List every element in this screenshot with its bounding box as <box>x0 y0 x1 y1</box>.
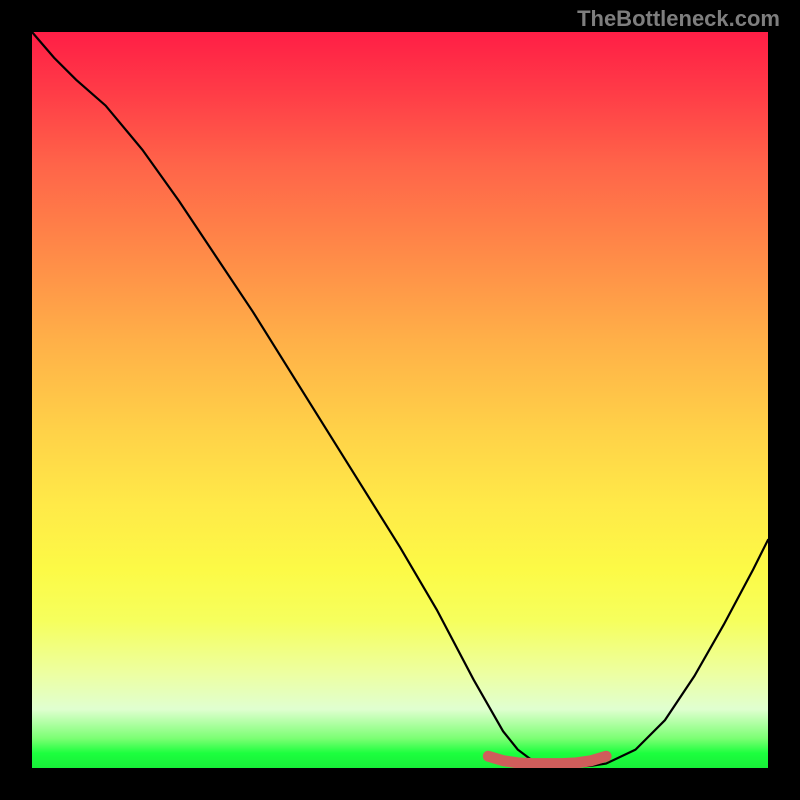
chart-curve-layer <box>32 32 768 768</box>
watermark-text: TheBottleneck.com <box>577 6 780 32</box>
main-curve-path <box>32 32 768 767</box>
marker-band-path <box>488 756 606 763</box>
chart-plot-area <box>32 32 768 768</box>
